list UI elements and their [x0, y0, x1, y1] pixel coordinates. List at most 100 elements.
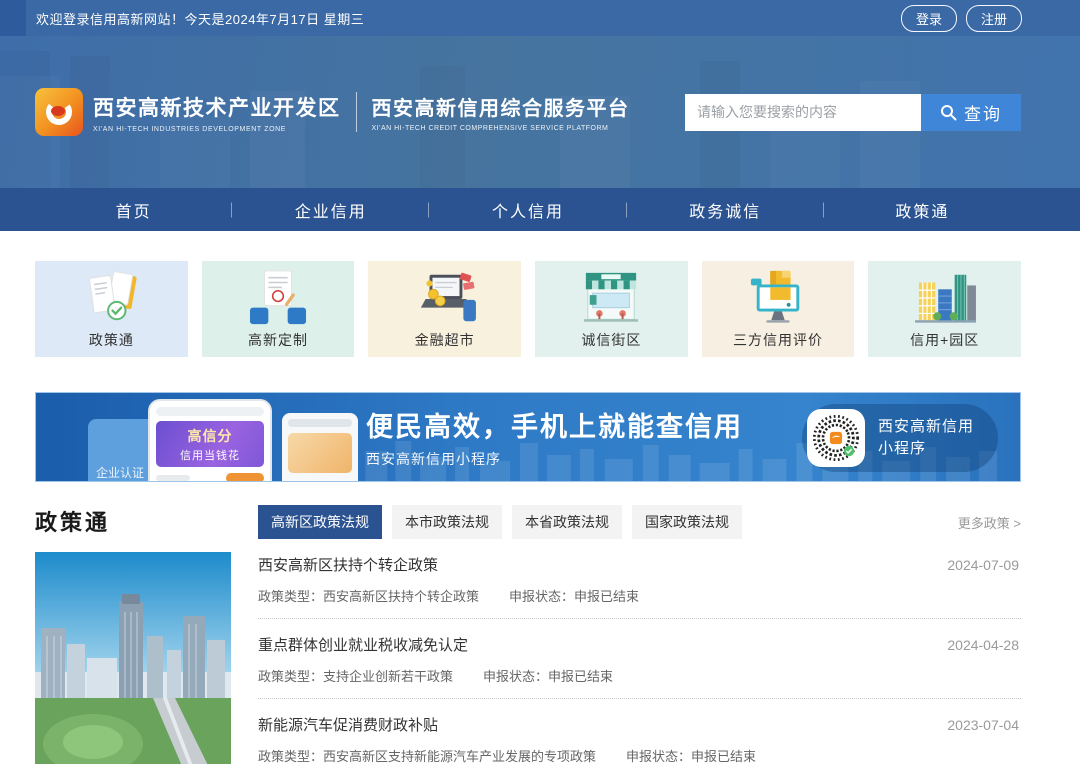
nav-item-enterprise-credit[interactable]: 企业信用	[232, 188, 429, 231]
tile-label: 政策通	[88, 331, 134, 348]
tile-label: 诚信街区	[581, 331, 642, 348]
qr-label: 西安高新信用 小程序	[878, 416, 974, 460]
banner-text: 便民高效，手机上就能查信用 西安高新信用小程序	[366, 405, 743, 469]
tab-hitech-zone-policies[interactable]: 高新区政策法规	[258, 505, 382, 539]
policy-type-value: 西安高新区扶持个转企政策	[323, 589, 480, 604]
policy-section-heading: 政策通	[35, 510, 111, 535]
phone-placeholder-text	[156, 475, 190, 481]
policy-docs-icon	[89, 270, 137, 320]
policy-right-column: 高新区政策法规 本市政策法规 本省政策法规 国家政策法规 更多政策 > 西安高新…	[258, 505, 1021, 764]
search-button[interactable]: 查询	[921, 93, 1021, 131]
policy-item-meta: 政策类型：支持企业创新若干政策 申报状态：申报已结束	[258, 666, 1019, 685]
policy-item-date: 2024-07-09	[947, 557, 1019, 573]
tile-integrity-street[interactable]: 诚信街区	[535, 261, 688, 357]
nav-item-home[interactable]: 首页	[35, 188, 232, 231]
policy-status-label: 申报状态：	[509, 589, 575, 604]
main-nav: 首页 企业信用 个人信用 政务诚信 政策通	[0, 188, 1080, 231]
finance-laptop-icon	[420, 272, 476, 321]
policy-tabs: 高新区政策法规 本市政策法规 本省政策法规 国家政策法规 更多政策 >	[258, 505, 1021, 539]
tile-third-party-rating[interactable]: 三方信用评价	[701, 261, 855, 357]
policy-item-meta: 政策类型：西安高新区扶持个转企政策 申报状态：申报已结束	[258, 586, 1019, 605]
tile-label: 三方信用评价	[733, 331, 824, 348]
buildings-icon	[914, 274, 976, 323]
search-box: 查询	[685, 93, 1021, 131]
phone-search-bar	[156, 407, 264, 416]
platform-name: 西安高新信用综合服务平台	[371, 98, 630, 120]
phone-ad-subtitle: 信用当钱花	[180, 450, 240, 462]
banner-subtitle: 西安高新信用小程序	[366, 451, 501, 467]
qr-label-line2: 小程序	[877, 440, 926, 457]
header-divider	[355, 92, 357, 132]
policy-item-title[interactable]: 重点群体创业就业税收减免认定	[258, 634, 468, 655]
monitor-book-icon	[750, 270, 800, 323]
phone-ad-banner: 高信分 信用当钱花	[156, 421, 264, 467]
tile-label: 信用+园区	[910, 331, 980, 348]
banner-title: 便民高效，手机上就能查信用	[366, 412, 743, 442]
phone-mockup-right	[282, 413, 358, 481]
tile-label: 高新定制	[248, 331, 308, 348]
policy-type-label: 政策类型：	[258, 749, 324, 764]
policy-item-title[interactable]: 新能源汽车促消费财政补贴	[258, 714, 438, 735]
phone-content-row	[156, 473, 264, 481]
phone-right-image	[288, 433, 352, 473]
tile-finance-market[interactable]: 金融超市	[368, 261, 522, 357]
tile-custom-service[interactable]: 高新定制	[201, 261, 355, 357]
quick-tiles: 政策通 高新定制 金融超市 诚信街区 三方信用评价 信用+园区	[0, 231, 1080, 357]
tab-province-policies[interactable]: 本省政策法规	[512, 505, 622, 539]
nav-item-personal-credit[interactable]: 个人信用	[429, 188, 626, 231]
policy-type-label: 政策类型：	[258, 669, 324, 684]
org-name: 西安高新技术产业开发区	[93, 96, 341, 120]
more-policies-link[interactable]: 更多政策 >	[958, 513, 1021, 532]
qr-code-panel: 西安高新信用 小程序	[801, 404, 998, 472]
phone-orange-button	[226, 473, 264, 481]
policy-status-label: 申报状态：	[483, 669, 549, 684]
nav-item-government-integrity[interactable]: 政务诚信	[627, 188, 824, 231]
nav-item-policy[interactable]: 政策通	[824, 188, 1021, 231]
policy-item-date: 2023-07-04	[947, 717, 1019, 733]
policy-type-value: 支持企业创新若干政策	[323, 669, 454, 684]
logo-e-swoosh-icon	[46, 99, 72, 125]
policy-type-value: 西安高新区支持新能源汽车产业发展的专项政策	[323, 749, 597, 764]
qr-label-line1: 西安高新信用	[877, 418, 974, 436]
welcome-text: 欢迎登录信用高新网站！今天是2024年7月17日 星期三	[36, 11, 365, 27]
policy-type-label: 政策类型：	[258, 589, 324, 604]
auth-actions: 登录 注册	[900, 4, 1022, 32]
search-button-label: 查询	[964, 104, 1002, 124]
qr-code	[806, 409, 865, 467]
policy-item-date: 2024-04-28	[947, 637, 1019, 653]
org-brand: 西安高新技术产业开发区 XI'AN HI-TECH INDUSTRIES DEV…	[93, 92, 341, 133]
phone-mockup-center: 高信分 信用当钱花	[148, 399, 272, 481]
search-input[interactable]	[685, 93, 921, 131]
phone-left-label: 企业认证	[96, 466, 145, 480]
search-icon	[941, 104, 957, 120]
site-header: 西安高新技术产业开发区 XI'AN HI-TECH INDUSTRIES DEV…	[0, 36, 1080, 188]
policy-status-value: 申报已结束	[574, 589, 640, 604]
header-inner: 西安高新技术产业开发区 XI'AN HI-TECH INDUSTRIES DEV…	[0, 36, 1080, 188]
register-button[interactable]: 注册	[965, 4, 1022, 32]
phone-right-header	[288, 419, 352, 427]
phone-ad-title: 高信分	[187, 428, 233, 444]
miniprogram-banner[interactable]: 企业认证 高信分 信用当钱花 便民高效，手机上就能查信用 西安高新信用小程序 西…	[35, 392, 1021, 482]
top-bar: 欢迎登录信用高新网站！今天是2024年7月17日 星期三 登录 注册	[0, 0, 1080, 36]
policy-item-title[interactable]: 西安高新区扶持个转企政策	[258, 554, 438, 575]
policy-item[interactable]: 西安高新区扶持个转企政策 2024-07-09 政策类型：西安高新区扶持个转企政…	[258, 539, 1021, 619]
policy-section: 政策通 高新区政策法规 本市政策法规 本省政策法规 国家政策法规 更多政策 > …	[0, 482, 1080, 764]
platform-brand: 西安高新信用综合服务平台 XI'AN HI-TECH CREDIT COMPRE…	[372, 92, 630, 132]
platform-name-en: XI'AN HI-TECH CREDIT COMPREHENSIVE SERVI…	[371, 125, 609, 132]
tile-policy[interactable]: 政策通	[35, 261, 188, 357]
tile-credit-park[interactable]: 信用+园区	[868, 261, 1022, 357]
policy-item-meta: 政策类型：西安高新区支持新能源汽车产业发展的专项政策 申报状态：申报已结束	[258, 746, 1019, 764]
login-button[interactable]: 登录	[900, 4, 957, 32]
circular-qr-icon	[812, 414, 860, 462]
policy-item[interactable]: 重点群体创业就业税收减免认定 2024-04-28 政策类型：支持企业创新若干政…	[258, 619, 1021, 699]
tab-city-policies[interactable]: 本市政策法规	[392, 505, 502, 539]
tile-label: 金融超市	[414, 331, 475, 348]
policy-status-value: 申报已结束	[691, 749, 757, 764]
policy-status-label: 申报状态：	[626, 749, 692, 764]
tab-national-policies[interactable]: 国家政策法规	[632, 505, 742, 539]
signing-icon	[249, 269, 307, 324]
hitech-zone-logo	[35, 88, 83, 136]
city-aerial-photo	[35, 552, 231, 764]
policy-item[interactable]: 新能源汽车促消费财政补贴 2023-07-04 政策类型：西安高新区支持新能源汽…	[258, 699, 1021, 764]
topbar-corner-decoration	[0, 0, 26, 36]
